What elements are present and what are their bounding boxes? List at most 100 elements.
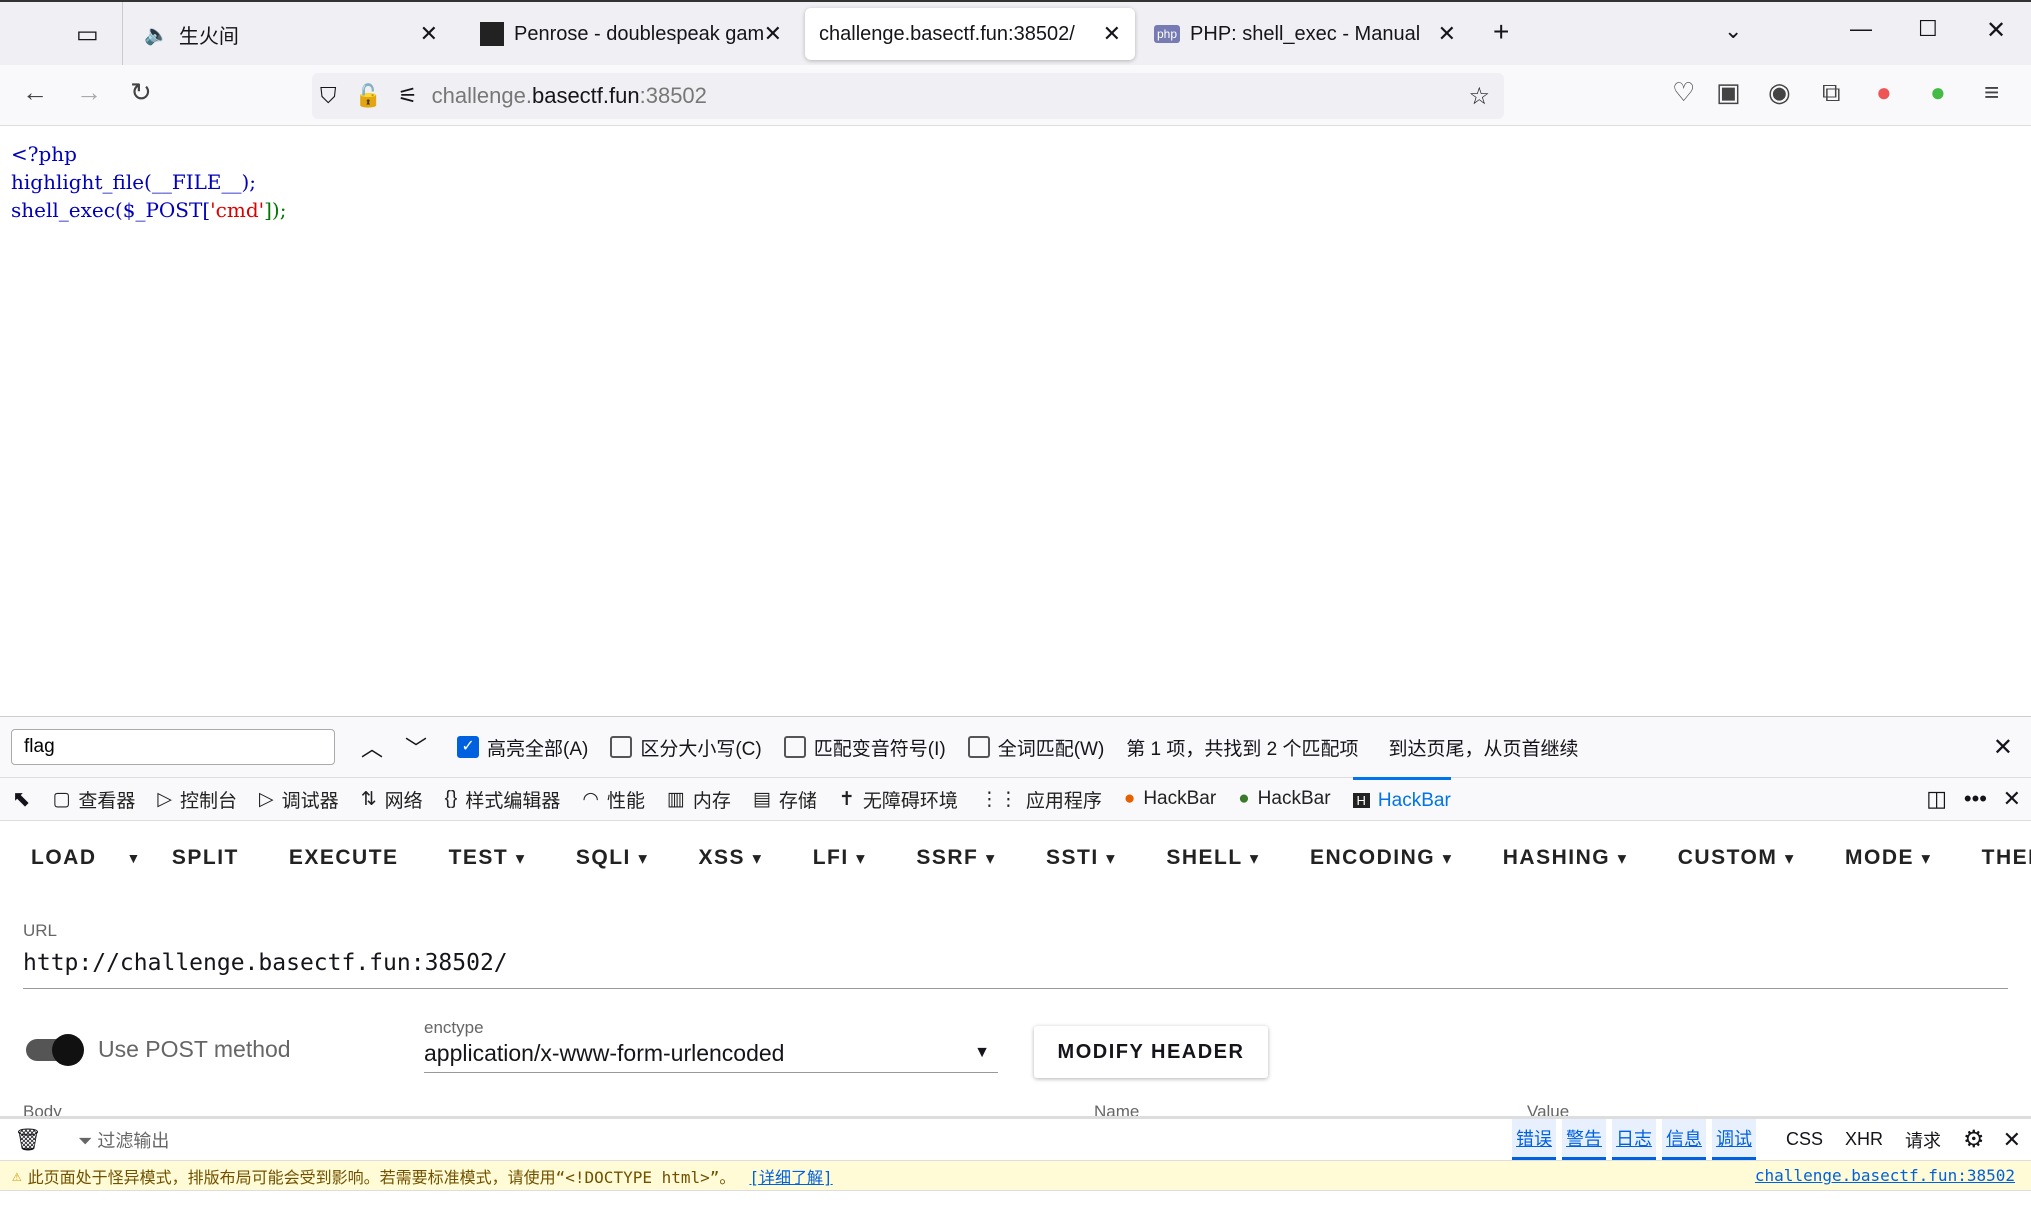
back-icon[interactable]: ← [22, 77, 48, 108]
tab-overview-icon[interactable]: ▭ [76, 20, 99, 49]
level-warnings[interactable]: 警告 [1562, 1119, 1607, 1160]
tab-debugger[interactable]: ▷ 调试器 [259, 777, 339, 821]
xhr-filter[interactable]: XHR [1845, 1129, 1883, 1150]
dock-icon[interactable]: ◫ [1926, 786, 1947, 812]
minimize-icon[interactable]: — [1850, 16, 1872, 42]
tab-performance[interactable]: ◠ 性能 [582, 777, 645, 821]
tab-memory[interactable]: ▥ 内存 [667, 777, 731, 821]
tab-label: Penrose - doublespeak game [514, 22, 764, 45]
insecure-lock-icon[interactable]: 🔓 [355, 83, 382, 109]
code-token: ]); [264, 198, 287, 222]
pocket-icon[interactable]: ♡ [1672, 77, 1695, 108]
reader-icon[interactable]: ▣ [1716, 77, 1741, 108]
shield-icon[interactable]: ⛉ [320, 83, 337, 109]
tab-hackbar-3[interactable]: H HackBar [1352, 777, 1451, 821]
level-debug[interactable]: 调试 [1712, 1119, 1757, 1160]
hashing-menu[interactable]: HASHING ▾ [1503, 846, 1628, 870]
match-diacritics-checkbox[interactable]: 匹配变音符号(I) [783, 734, 946, 761]
maximize-icon[interactable]: ☐ [1918, 16, 1938, 42]
console-toolbar: 🗑 ⏷ 过滤输出 错误 警告 日志 信息 调试 CSS XHR 请求 ⚙ ✕ [0, 1116, 2031, 1160]
forward-icon[interactable]: → [76, 77, 102, 108]
load-button[interactable]: LOAD [31, 846, 97, 870]
close-tab-icon[interactable]: ✕ [764, 21, 782, 47]
checkbox-label: 高亮全部(A) [487, 738, 589, 760]
bookmark-star-icon[interactable]: ☆ [1468, 82, 1490, 111]
settings-gear-icon[interactable]: ⚙ [1963, 1125, 1985, 1154]
close-console-icon[interactable]: ✕ [2003, 1127, 2021, 1153]
xss-menu[interactable]: XSS ▾ [699, 846, 763, 870]
new-tab-icon[interactable]: + [1493, 16, 1509, 48]
ssrf-menu[interactable]: SSRF ▾ [916, 846, 996, 870]
find-wrap-status: 到达页尾，从页首继续 [1388, 738, 1579, 760]
more-icon[interactable]: ••• [1964, 786, 1987, 812]
tab-network[interactable]: ⇅ 网络 [361, 777, 423, 821]
close-tab-icon[interactable]: ✕ [1438, 21, 1456, 47]
devtools-tabs: ⬉ ▢ 查看器 ▷ 控制台 ▷ 调试器 ⇅ 网络 {} 样式编辑器 ◠ 性能 ▥ 内存 ▤ 存储… [0, 777, 2031, 821]
close-find-icon[interactable]: ✕ [1993, 733, 2013, 762]
modify-header-button[interactable]: MODIFY HEADER [1034, 1026, 1268, 1078]
requests-filter[interactable]: 请求 [1905, 1127, 1941, 1153]
tab-hackbar-2[interactable]: ● HackBar [1238, 777, 1330, 821]
url-field[interactable]: http://challenge.basectf.fun:38502/ [23, 950, 2008, 989]
css-filter[interactable]: CSS [1786, 1129, 1823, 1150]
tab-accessibility[interactable]: ✝ 无障碍环境 [839, 777, 958, 821]
reload-icon[interactable]: ↻ [130, 77, 152, 108]
find-next-icon[interactable]: ﹀ [405, 731, 427, 763]
highlight-all-checkbox[interactable]: ✓ 高亮全部(A) [457, 734, 588, 761]
learn-more-link[interactable]: [详细了解] [749, 1164, 832, 1188]
find-bar: ︿ ﹀ ✓高亮全部(A) 区分大小写(C) 匹配变音符号(I) 全词匹配(W) … [0, 716, 2031, 777]
tab-4[interactable]: php PHP: shell_exec - Manual ✕ [1140, 8, 1470, 60]
code-token: highlight_file(__FILE__); [11, 170, 257, 194]
find-previous-icon[interactable]: ︿ [361, 731, 383, 763]
permissions-icon[interactable]: ⚟ [398, 83, 418, 109]
whole-words-checkbox[interactable]: 全词匹配(W) [967, 734, 1104, 761]
tab-storage[interactable]: ▤ 存储 [753, 777, 817, 821]
address-bar[interactable]: ⛉ 🔓 ⚟ challenge. basectf.fun:38502 ☆ [312, 73, 1504, 119]
menu-icon[interactable]: ≡ [1984, 77, 1999, 108]
close-tab-icon[interactable]: ✕ [420, 21, 438, 47]
tab-inspector[interactable]: ▢ 查看器 [52, 777, 135, 821]
split-button[interactable]: SPLIT [172, 846, 239, 870]
extension-icon[interactable]: ● [1876, 77, 1892, 108]
encoding-menu[interactable]: ENCODING ▾ [1310, 846, 1453, 870]
tab-application[interactable]: ⋮⋮ 应用程序 [980, 777, 1102, 821]
tab-1[interactable]: 🔈 生火间 ✕ [130, 8, 452, 60]
enctype-select[interactable]: application/x-www-form-urlencoded ▼ [424, 1040, 998, 1073]
shell-menu[interactable]: SHELL ▾ [1166, 846, 1260, 870]
close-devtools-icon[interactable]: ✕ [2003, 786, 2021, 812]
close-window-icon[interactable]: ✕ [1986, 16, 2006, 45]
find-input[interactable] [11, 729, 335, 765]
match-case-checkbox[interactable]: 区分大小写(C) [610, 734, 762, 761]
lfi-menu[interactable]: LFI ▾ [813, 846, 867, 870]
sqli-menu[interactable]: SQLI ▾ [576, 846, 649, 870]
load-dropdown-icon[interactable]: ▼ [127, 850, 142, 866]
custom-menu[interactable]: CUSTOM ▾ [1678, 846, 1795, 870]
checkbox-box [610, 736, 633, 758]
trash-icon[interactable]: 🗑 [14, 1127, 42, 1153]
theme-menu[interactable]: THEM [1982, 846, 2031, 870]
mode-menu[interactable]: MODE ▾ [1845, 846, 1932, 870]
tab-label: challenge.basectf.fun:38502/ [819, 22, 1075, 45]
execute-button[interactable]: EXECUTE [289, 846, 399, 870]
close-tab-icon[interactable]: ✕ [1103, 21, 1121, 47]
list-tabs-icon[interactable]: ⌄ [1724, 18, 1742, 44]
post-toggle[interactable] [26, 1034, 84, 1066]
level-info[interactable]: 信息 [1662, 1119, 1707, 1160]
element-picker-icon[interactable]: ⬉ [12, 786, 30, 812]
check-icon: ✓ [457, 736, 480, 758]
tab-hackbar-1[interactable]: ● HackBar [1124, 777, 1216, 821]
tab-2[interactable]: Penrose - doublespeak game ✕ [466, 8, 796, 60]
extension-icon[interactable]: ● [1930, 77, 1946, 108]
test-menu[interactable]: TEST ▾ [449, 846, 526, 870]
menu-label: TEST [448, 845, 509, 869]
source-link[interactable]: challenge.basectf.fun:38502 [1755, 1166, 2015, 1185]
level-logs[interactable]: 日志 [1612, 1119, 1657, 1160]
ssti-menu[interactable]: SSTI ▾ [1046, 846, 1116, 870]
tab-console[interactable]: ▷ 控制台 [157, 777, 237, 821]
tab-style-editor[interactable]: {} 样式编辑器 [445, 777, 561, 821]
extensions-icon[interactable]: ⧉ [1822, 77, 1841, 109]
account-icon[interactable]: ◉ [1768, 77, 1791, 108]
tab-3-active[interactable]: challenge.basectf.fun:38502/ ✕ [805, 8, 1135, 60]
filter-input[interactable]: ⏷ 过滤输出 [78, 1127, 169, 1153]
level-errors[interactable]: 错误 [1512, 1119, 1557, 1160]
